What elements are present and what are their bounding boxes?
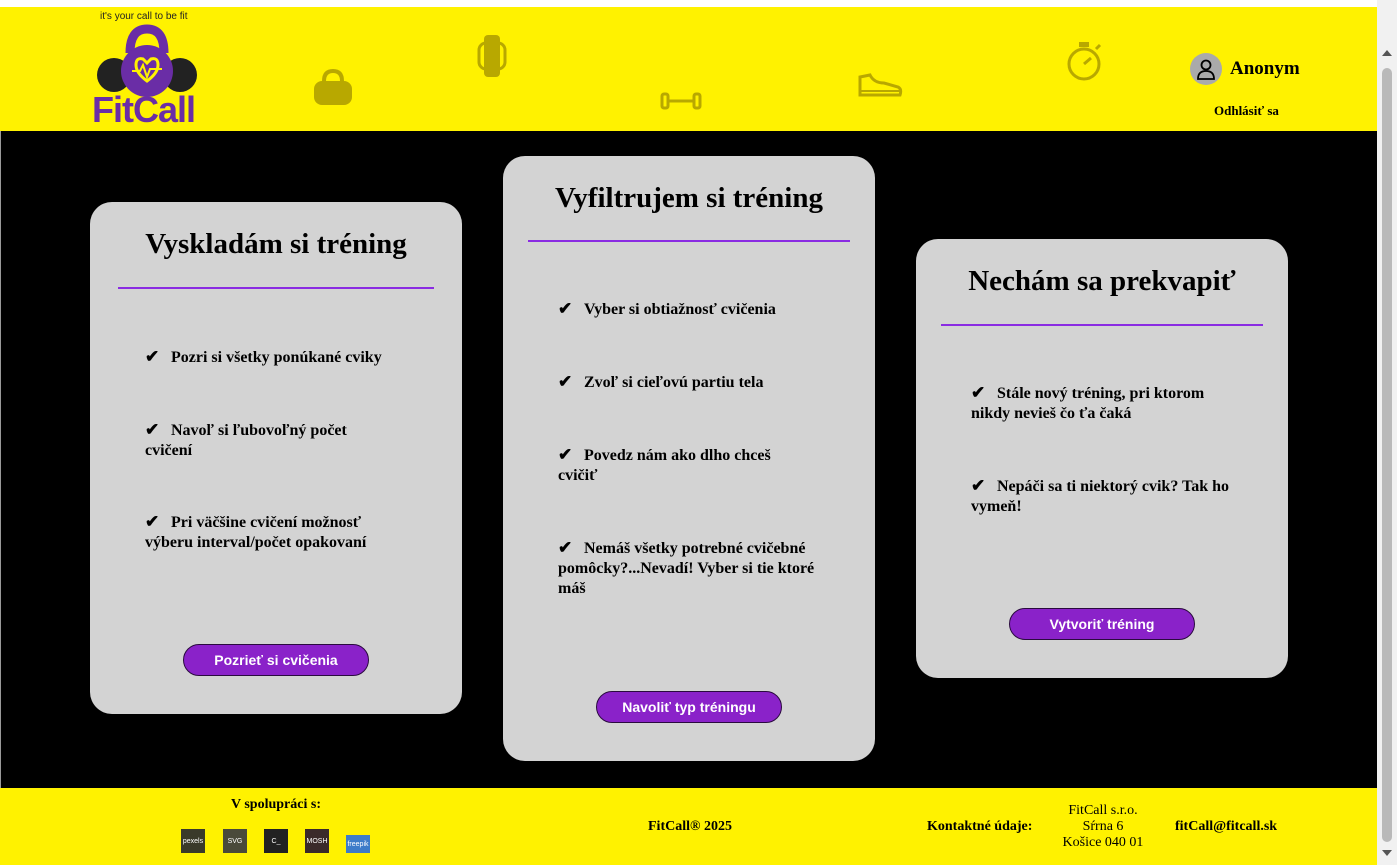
user-avatar-icon bbox=[1190, 53, 1222, 85]
divider bbox=[118, 287, 434, 289]
page-scrollbar[interactable] bbox=[1377, 0, 1397, 865]
list-item: ✔ Povedz nám ako dlho chceš cvičiť bbox=[558, 445, 771, 484]
sneaker-icon bbox=[858, 73, 903, 97]
list-item: ✔ Pri väčšine cvičení možnosť výberu inte… bbox=[145, 512, 367, 551]
user-profile[interactable]: Anonym bbox=[1190, 53, 1300, 85]
contact-email[interactable]: fitCall@fitcall.sk bbox=[1175, 819, 1277, 835]
contact-address: FitCall s.r.o. Sŕrna 6 Košice 040 01 bbox=[1060, 803, 1146, 851]
user-name: Anonym bbox=[1230, 58, 1300, 79]
scroll-thumb[interactable] bbox=[1382, 68, 1392, 842]
contact-label: Kontaktné údaje: bbox=[927, 819, 1033, 834]
scroll-down-arrow-icon[interactable] bbox=[1382, 850, 1392, 856]
check-icon: ✔ bbox=[145, 512, 160, 531]
address-line: FitCall s.r.o. bbox=[1068, 803, 1138, 818]
partner-logo-pexels[interactable]: pexels bbox=[181, 829, 205, 853]
check-icon: ✔ bbox=[145, 420, 160, 439]
site-header: it's your call to be fit FitCall Anonym … bbox=[0, 7, 1377, 131]
list-item: ✔ Vyber si obtiažnosť cvičenia bbox=[558, 299, 776, 318]
choose-training-type-button[interactable]: Navoliť typ tréningu bbox=[596, 691, 782, 723]
list-item: ✔ Stále nový tréning, pri ktorom nikdy ne… bbox=[971, 383, 1205, 422]
card-title: Vyfiltrujem si tréning bbox=[555, 182, 823, 214]
check-icon: ✔ bbox=[558, 372, 573, 391]
partner-logo-svg[interactable]: SVG bbox=[223, 829, 247, 853]
gym-bag-icon bbox=[314, 68, 352, 105]
dumbbell-icon bbox=[660, 92, 702, 110]
card-title: Vyskladám si tréning bbox=[145, 228, 407, 260]
check-icon: ✔ bbox=[971, 383, 986, 402]
main-content: Vyskladám si tréning ✔ Pozri si všetky po… bbox=[1, 131, 1377, 788]
create-training-button[interactable]: Vytvoriť tréning bbox=[1009, 608, 1195, 640]
stopwatch-icon bbox=[1067, 42, 1102, 81]
logout-link[interactable]: Odhlásiť sa bbox=[1214, 103, 1279, 119]
list-item: ✔ Nemáš všetky potrebné cvičebné pomôcky?… bbox=[558, 538, 815, 597]
divider bbox=[941, 324, 1263, 326]
list-item: ✔ Navoľ si ľubovoľný počet cvičení bbox=[145, 420, 347, 459]
card-build-training: Vyskladám si tréning ✔ Pozri si všetky po… bbox=[90, 202, 462, 714]
view-exercises-button[interactable]: Pozrieť si cvičenia bbox=[183, 644, 369, 676]
tagline: it's your call to be fit bbox=[100, 11, 188, 22]
check-icon: ✔ bbox=[971, 476, 986, 495]
copyright: FitCall® 2025 bbox=[648, 819, 732, 834]
card-title: Nechám sa prekvapiť bbox=[968, 265, 1236, 297]
check-icon: ✔ bbox=[558, 299, 573, 318]
address-line: Sŕrna 6 bbox=[1082, 819, 1124, 834]
list-item: ✔ Pozri si všetky ponúkané cviky bbox=[145, 347, 382, 366]
card-surprise-me: Nechám sa prekvapiť ✔ Stále nový tréning,… bbox=[916, 239, 1288, 678]
smartwatch-icon bbox=[477, 35, 507, 77]
check-icon: ✔ bbox=[558, 538, 573, 557]
scroll-up-arrow-icon[interactable] bbox=[1382, 50, 1392, 56]
list-item: ✔ Zvoľ si cieľovú partiu tela bbox=[558, 372, 764, 391]
logo-text: FitCall bbox=[92, 89, 196, 130]
cooperation-label: V spolupráci s: bbox=[231, 797, 321, 812]
address-line: Košice 040 01 bbox=[1062, 835, 1144, 850]
check-icon: ✔ bbox=[558, 445, 573, 464]
check-icon: ✔ bbox=[145, 347, 160, 366]
partner-logo-c[interactable]: C_ bbox=[264, 829, 288, 853]
site-footer: V spolupráci s: pexels SVG C_ MOSH freep… bbox=[0, 788, 1377, 865]
list-item: ✔ Nepáči sa ti niektorý cvik? Tak ho vyme… bbox=[971, 476, 1230, 515]
partner-logo-freepik[interactable]: freepik bbox=[346, 835, 370, 853]
divider bbox=[528, 240, 850, 242]
card-filter-training: Vyfiltrujem si tréning ✔ Vyber si obtiažn… bbox=[503, 156, 875, 761]
partner-logo-mosh[interactable]: MOSH bbox=[305, 829, 329, 853]
